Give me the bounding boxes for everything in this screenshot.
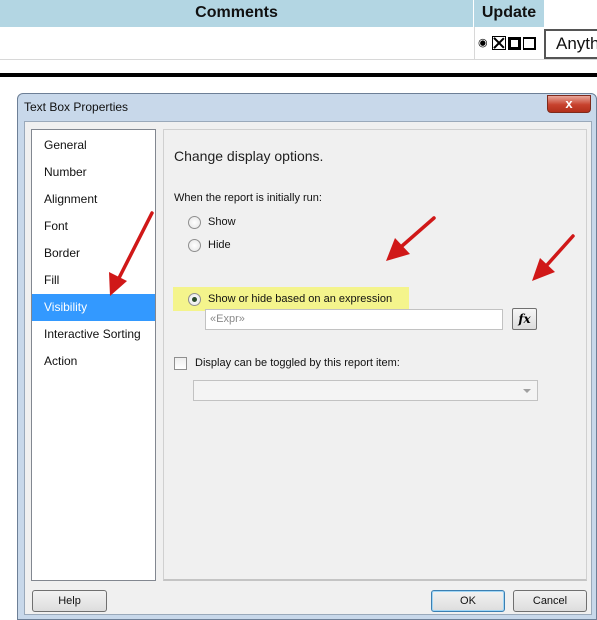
radio-show-row[interactable]: Show — [188, 213, 236, 231]
header-blank-cell — [544, 0, 597, 27]
report-row: ◉ — [0, 27, 597, 60]
toggle-checkbox[interactable] — [174, 356, 187, 370]
toggle-checkbox-row[interactable]: Display can be toggled by this report it… — [174, 355, 400, 371]
toggle-checkbox-label: Display can be toggled by this report it… — [195, 357, 400, 369]
x-box-icon[interactable] — [492, 36, 506, 50]
dialog-body: General Number Alignment Font Border Fil… — [24, 121, 592, 615]
nav-item-general[interactable]: General — [32, 132, 155, 159]
update-icons: ◉ — [478, 35, 536, 51]
ok-button[interactable]: OK — [431, 590, 505, 612]
nav-item-number[interactable]: Number — [32, 159, 155, 186]
nav-item-action[interactable]: Action — [32, 348, 155, 375]
initial-run-label: When the report is initially run: — [174, 192, 322, 204]
radio-expression-row[interactable]: Show or hide based on an expression — [188, 290, 392, 308]
cell-divider — [474, 27, 475, 60]
nav-item-visibility[interactable]: Visibility — [32, 294, 155, 321]
nav-item-interactive-sorting[interactable]: Interactive Sorting — [32, 321, 155, 348]
square-outline-icon[interactable] — [523, 36, 536, 50]
nav-item-border[interactable]: Border — [32, 240, 155, 267]
eye-icon[interactable]: ◉ — [478, 38, 490, 49]
radio-show[interactable] — [188, 215, 201, 229]
expression-input[interactable]: «Expr» — [205, 309, 503, 330]
fx-icon: fx — [518, 312, 531, 326]
update-column-header: Update — [481, 4, 537, 21]
comments-column-header: Comments — [0, 0, 474, 27]
nav-item-fill[interactable]: Fill — [32, 267, 155, 294]
radio-expression[interactable] — [188, 292, 201, 306]
chevron-down-icon — [523, 389, 531, 393]
cancel-button[interactable]: Cancel — [513, 590, 587, 612]
radio-hide[interactable] — [188, 238, 201, 252]
anything-cell[interactable]: Anyth — [544, 29, 597, 59]
square-icon[interactable] — [508, 36, 521, 50]
divider-rule — [0, 73, 597, 77]
nav-list: General Number Alignment Font Border Fil… — [31, 129, 156, 581]
nav-item-alignment[interactable]: Alignment — [32, 186, 155, 213]
help-button[interactable]: Help — [32, 590, 107, 612]
toggle-report-item-select[interactable] — [193, 380, 538, 401]
text-box-properties-dialog: Text Box Properties x General Number Ali… — [17, 93, 597, 620]
radio-expression-label: Show or hide based on an expression — [208, 293, 393, 305]
fx-button[interactable]: fx — [512, 308, 537, 330]
dialog-title: Text Box Properties — [24, 100, 129, 114]
report-header: Comments Update — [0, 0, 597, 27]
radio-show-label: Show — [208, 216, 236, 228]
panel-heading: Change display options. — [174, 148, 324, 164]
visibility-panel: Change display options. When the report … — [163, 129, 587, 581]
radio-hide-row[interactable]: Hide — [188, 236, 231, 254]
close-button[interactable]: x — [547, 95, 591, 113]
nav-item-font[interactable]: Font — [32, 213, 155, 240]
radio-hide-label: Hide — [208, 239, 231, 251]
